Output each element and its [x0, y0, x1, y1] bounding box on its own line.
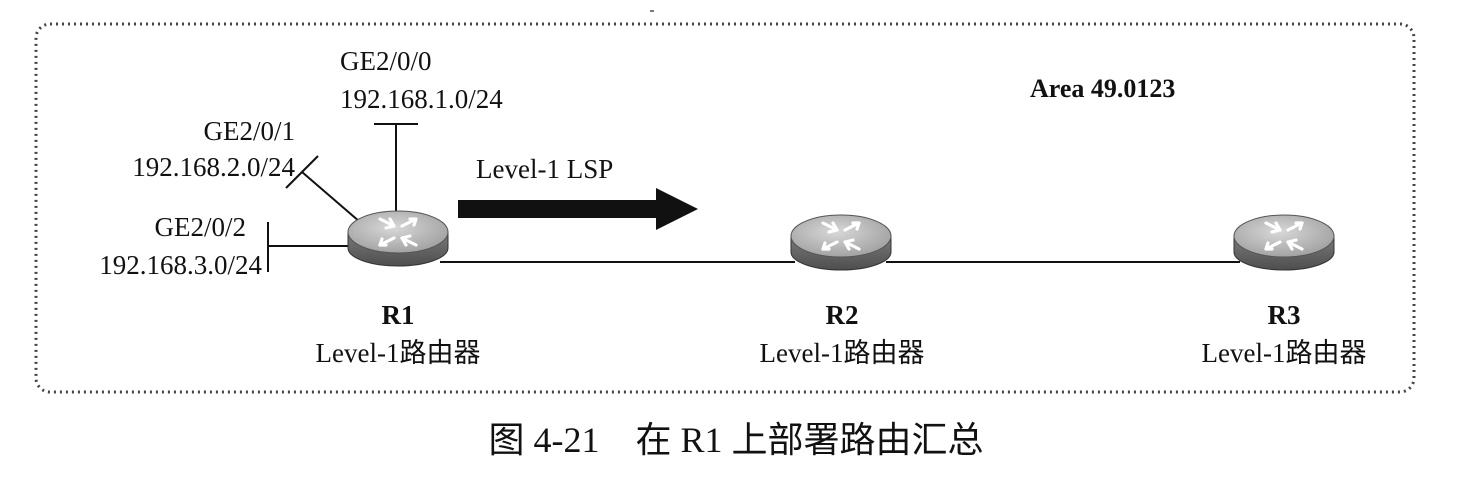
router-role-r2: Level-1路由器 [759, 338, 925, 368]
router-icon [346, 209, 450, 268]
figure-caption: 图 4-21 在 R1 上部署路由汇总 [488, 420, 984, 460]
router-name-r3: R3 [1267, 300, 1301, 330]
interface-network-ge2-0-2: 192.168.3.0/24 [99, 250, 262, 280]
router-role-r3: Level-1路由器 [1201, 338, 1367, 368]
lsp-arrow [458, 188, 698, 230]
interface-line-ge2-0-1 [301, 171, 361, 223]
router-name-r1: R1 [381, 300, 415, 330]
network-diagram [34, 10, 1416, 394]
interface-network-ge2-0-0: 192.168.1.0/24 [340, 84, 503, 114]
router-icon [789, 213, 893, 272]
interface-name-ge2-0-2: GE2/0/2 [154, 212, 247, 242]
router-icon [1232, 213, 1336, 272]
router-role-r1: Level-1路由器 [315, 338, 481, 368]
router-name-r2: R2 [825, 300, 859, 330]
area-boundary [34, 22, 1416, 394]
diagram-stage: Area 49.0123 GE2/0/0 192.168.1.0/24 GE2/… [0, 0, 1472, 484]
lsp-label: Level-1 LSP [476, 154, 614, 184]
area-label: Area 49.0123 [1030, 74, 1176, 103]
interface-network-ge2-0-1: 192.168.2.0/24 [132, 152, 295, 182]
interface-name-ge2-0-1: GE2/0/1 [203, 116, 296, 146]
interface-name-ge2-0-0: GE2/0/0 [340, 46, 432, 76]
